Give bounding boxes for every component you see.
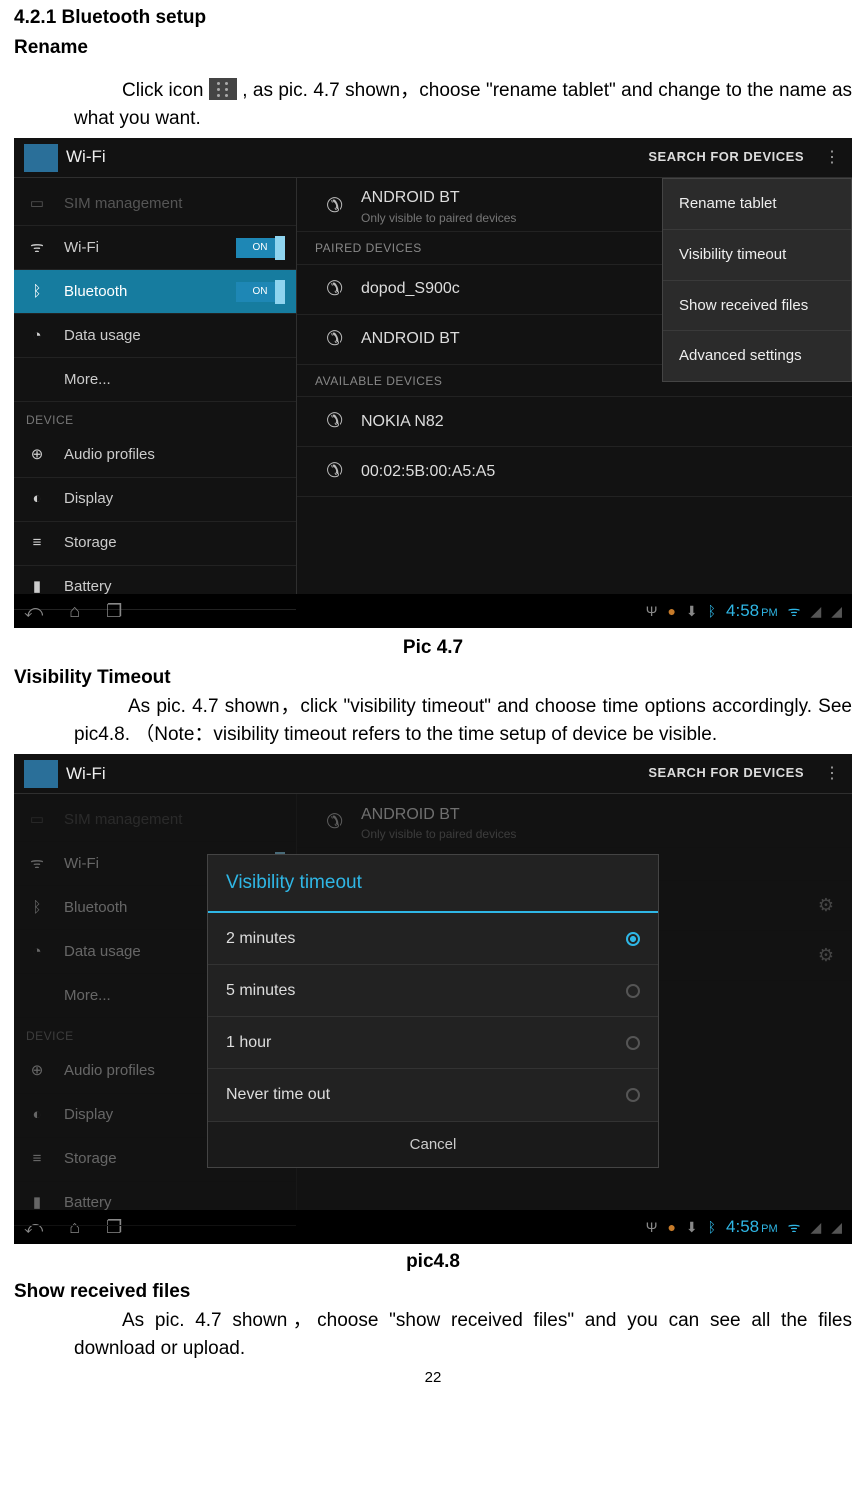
option-2-minutes[interactable]: 2 minutes: [208, 913, 658, 965]
phone-icon: ✆: [315, 407, 343, 436]
ss1-header: Wi-Fi SEARCH FOR DEVICES ⋮: [14, 138, 852, 178]
ss1-dropdown-menu: Rename tablet Visibility timeout Show re…: [662, 178, 852, 382]
caption-pic-4-7: Pic 4.7: [14, 634, 852, 662]
sidebar-cat-device: DEVICE: [14, 402, 296, 433]
overflow-menu-icon[interactable]: ⋮: [822, 771, 842, 776]
dialog-title: Visibility timeout: [208, 855, 658, 913]
section-heading-4: Show received files: [14, 1278, 852, 1306]
settings-header-icon: [24, 760, 58, 788]
wifi-toggle[interactable]: ON: [236, 238, 284, 258]
ss1-left-pane: ▭SIM management ᯤWi-FiON ᛒBluetoothON ◔D…: [14, 178, 297, 594]
ss2-header: Wi-Fi SEARCH FOR DEVICES ⋮: [14, 754, 852, 794]
recent-button[interactable]: ❐: [106, 598, 122, 624]
search-for-devices-button[interactable]: SEARCH FOR DEVICES: [648, 764, 804, 783]
available-device-row[interactable]: ✆00:02:5B:00:A5:A5: [297, 447, 852, 497]
sidebar-item-data-usage[interactable]: ◔Data usage: [14, 314, 296, 358]
home-button[interactable]: ⌂: [69, 598, 80, 624]
screenshot-pic-4-8: Wi-Fi SEARCH FOR DEVICES ⋮ ▭SIM manageme…: [14, 754, 852, 1242]
phone-icon: ✆: [315, 457, 343, 486]
settings-header-icon: [24, 144, 58, 172]
phone-icon: ✆: [315, 192, 343, 221]
download-icon: ⬇: [686, 601, 698, 621]
page-number: 22: [14, 1367, 852, 1389]
option-5-minutes[interactable]: 5 minutes: [208, 965, 658, 1017]
signal-icon: ◢: [831, 601, 842, 621]
search-for-devices-button[interactable]: SEARCH FOR DEVICES: [648, 148, 804, 167]
overflow-menu-icon[interactable]: ⋮: [822, 155, 842, 160]
paragraph-2: As pic. 4.7 shown，click "visibility time…: [74, 693, 852, 748]
back-button[interactable]: ⤺: [24, 598, 43, 624]
audio-icon: ⊕: [26, 444, 48, 466]
section-heading-3: Visibility Timeout: [14, 664, 852, 692]
clock: 4:58PM: [726, 599, 778, 624]
ss1-header-title: Wi-Fi: [66, 145, 106, 170]
phone-icon: ✆: [315, 325, 343, 354]
menu-dots-icon: [209, 78, 237, 100]
phone-icon: ✆: [315, 275, 343, 304]
sidebar-item-storage[interactable]: ≡Storage: [14, 522, 296, 566]
storage-icon: ≡: [26, 532, 48, 554]
bluetooth-status-icon: ᛒ: [708, 601, 716, 621]
screenshot-pic-4-7: Wi-Fi SEARCH FOR DEVICES ⋮ Rename tablet…: [14, 138, 852, 628]
status-dot-icon: ●: [667, 601, 675, 621]
dropdown-advanced-settings[interactable]: Advanced settings: [663, 331, 851, 381]
sidebar-item-battery[interactable]: ▮Battery: [14, 566, 296, 610]
signal-icon: ◢: [810, 601, 821, 621]
paragraph-3: As pic. 4.7 shown，choose "show received …: [74, 1307, 852, 1362]
bluetooth-toggle[interactable]: ON: [236, 282, 284, 302]
data-usage-icon: ◔: [26, 325, 48, 347]
battery-icon: ▮: [26, 576, 48, 598]
sidebar-item-sim[interactable]: ▭SIM management: [14, 182, 296, 226]
paragraph-1: Click icon , as pic. 4.7 shown，choose "r…: [74, 77, 852, 132]
radio-icon: [626, 1088, 640, 1102]
radio-icon: [626, 984, 640, 998]
dropdown-visibility-timeout[interactable]: Visibility timeout: [663, 230, 851, 281]
radio-selected-icon: [626, 932, 640, 946]
wifi-icon: ᯤ: [26, 237, 48, 259]
bluetooth-icon: ᛒ: [26, 281, 48, 303]
sidebar-item-bluetooth[interactable]: ᛒBluetoothON: [14, 270, 296, 314]
visibility-timeout-dialog: Visibility timeout 2 minutes 5 minutes 1…: [207, 854, 659, 1168]
wifi-status-icon: ᯤ: [788, 601, 801, 621]
sim-icon: ▭: [26, 193, 48, 215]
dropdown-show-received-files[interactable]: Show received files: [663, 281, 851, 332]
status-icons: Ψ ● ⬇ ᛒ 4:58PM ᯤ ◢ ◢: [646, 599, 842, 624]
sidebar-item-display[interactable]: ◐Display: [14, 478, 296, 522]
para1a-text: Click icon: [122, 80, 209, 101]
section-heading-1: 4.2.1 Bluetooth setup: [14, 4, 852, 32]
sidebar-item-wifi[interactable]: ᯤWi-FiON: [14, 226, 296, 270]
option-never-time-out[interactable]: Never time out: [208, 1069, 658, 1121]
dropdown-rename-tablet[interactable]: Rename tablet: [663, 179, 851, 230]
radio-icon: [626, 1036, 640, 1050]
available-device-row[interactable]: ✆NOKIA N82: [297, 397, 852, 447]
status-icons: Ψ ● ⬇ ᛒ 4:58PM ᯤ ◢ ◢: [646, 1215, 842, 1240]
cancel-button[interactable]: Cancel: [208, 1122, 658, 1168]
usb-icon: Ψ: [646, 601, 658, 621]
section-heading-2: Rename: [14, 34, 852, 62]
option-1-hour[interactable]: 1 hour: [208, 1017, 658, 1069]
caption-pic-4-8: pic4.8: [14, 1248, 852, 1276]
sidebar-item-audio[interactable]: ⊕Audio profiles: [14, 434, 296, 478]
sidebar-item-more[interactable]: More...: [14, 358, 296, 402]
display-icon: ◐: [26, 488, 48, 510]
ss2-header-title: Wi-Fi: [66, 762, 106, 787]
